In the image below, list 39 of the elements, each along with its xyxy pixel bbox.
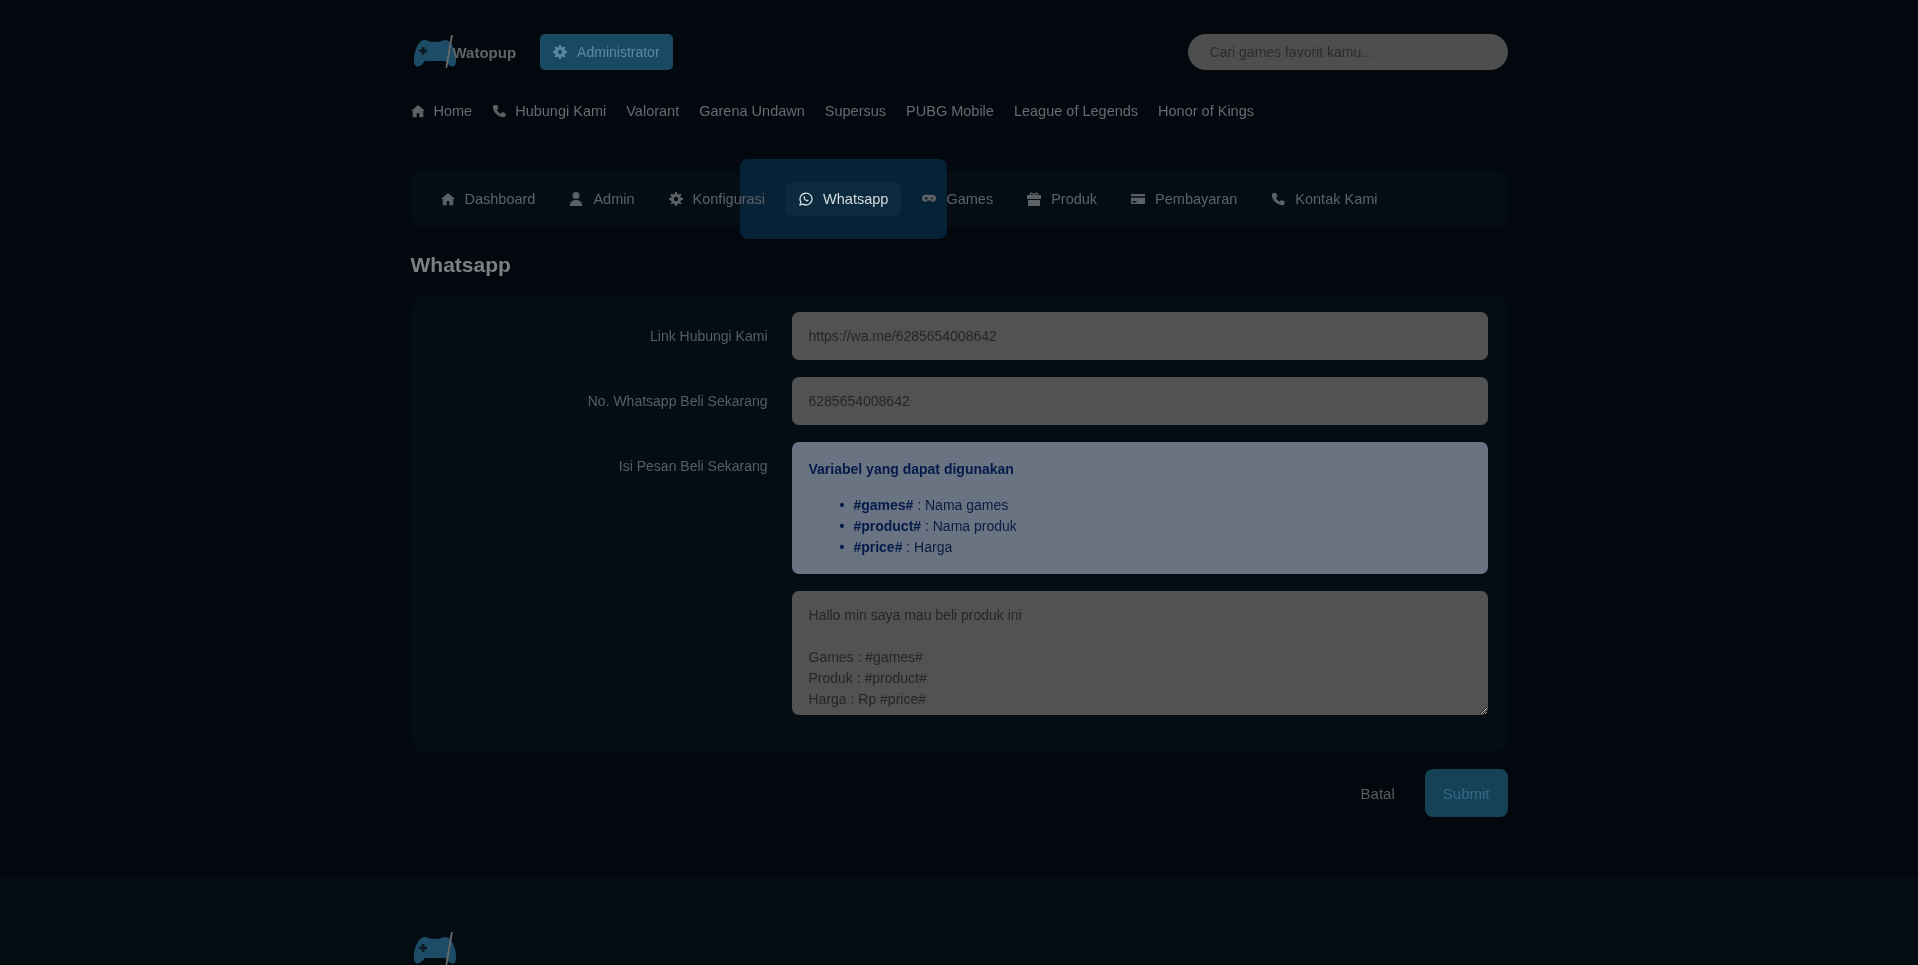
- bullet: •: [839, 517, 845, 536]
- nav-link[interactable]: Honor of Kings: [1158, 103, 1254, 119]
- tab[interactable]: Konfigurasi: [655, 182, 779, 216]
- gear-icon: [668, 192, 683, 206]
- tab[interactable]: Pembayaran: [1118, 182, 1251, 216]
- variable-item: #product# : Nama produk: [853, 517, 1017, 536]
- administrator-button[interactable]: Administrator: [540, 34, 673, 70]
- variable-item: #games# : Nama games: [853, 496, 1009, 515]
- tab[interactable]: Games: [909, 182, 1007, 216]
- nav-link[interactable]: Hubungi Kami: [492, 103, 607, 119]
- page-title: Whatsapp: [410, 253, 512, 277]
- nav-link[interactable]: Supersus: [824, 103, 887, 119]
- gear-icon: [553, 45, 568, 59]
- tab[interactable]: Dashboard: [427, 182, 549, 216]
- phone-icon: [492, 104, 507, 118]
- credit-card-icon: [1131, 192, 1146, 206]
- phone-icon: [1271, 192, 1286, 206]
- nav-link[interactable]: PUBG Mobile: [906, 103, 994, 119]
- nav-link[interactable]: Garena Undawn: [699, 103, 805, 119]
- variable-item: #price# : Harga: [853, 538, 953, 557]
- chat-bubble-icon: [799, 192, 814, 206]
- info-title: Variabel yang dapat digunakan: [808, 461, 1015, 477]
- field-label: No. Whatsapp Beli Sekarang: [586, 392, 768, 411]
- cancel-button[interactable]: Batal: [1354, 783, 1401, 803]
- tab[interactable]: Produk: [1014, 182, 1111, 216]
- gift-icon: [1027, 192, 1042, 206]
- home-icon: [410, 104, 425, 118]
- bullet: •: [839, 538, 845, 557]
- tab[interactable]: Whatsapp: [786, 182, 902, 216]
- nav-link[interactable]: League of Legends: [1013, 103, 1139, 119]
- user-icon: [569, 192, 584, 206]
- nav-link[interactable]: Home: [410, 103, 473, 119]
- bullet: •: [839, 496, 845, 515]
- field-label: Link Hubungi Kami: [649, 327, 768, 346]
- tab[interactable]: Kontak Kami: [1258, 182, 1391, 216]
- home-icon: [440, 192, 455, 206]
- field-label: Isi Pesan Beli Sekarang: [617, 457, 768, 476]
- tab[interactable]: Admin: [556, 182, 648, 216]
- nav-link[interactable]: Valorant: [626, 103, 680, 119]
